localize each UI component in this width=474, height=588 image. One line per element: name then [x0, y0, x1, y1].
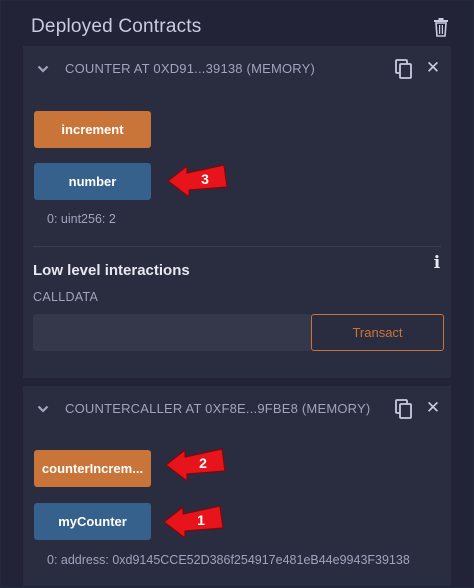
my-counter-button[interactable]: myCounter [34, 503, 151, 540]
close-icon[interactable]: ✕ [423, 58, 443, 78]
annotation-arrow-3: 3 [167, 164, 228, 198]
trash-icon[interactable] [433, 17, 449, 37]
copy-icon[interactable] [395, 59, 413, 79]
annotation-arrow-1: 1 [163, 505, 224, 539]
low-level-title: Low level interactions [33, 262, 190, 279]
counter-increment-button[interactable]: counterIncrem... [34, 450, 151, 487]
call-result: 0: address: 0xd9145CCE52D386f254917e481e… [47, 553, 410, 567]
chevron-down-icon[interactable] [37, 62, 49, 74]
calldata-input[interactable] [33, 314, 311, 351]
chevron-down-icon[interactable] [37, 402, 49, 414]
contract-address-label: COUNTER AT 0XD91...39138 (MEMORY) [65, 61, 316, 76]
annotation-number: 3 [201, 171, 209, 187]
number-button[interactable]: number [34, 163, 151, 200]
close-icon[interactable]: ✕ [423, 398, 443, 418]
call-result: 0: uint256: 2 [47, 212, 116, 226]
contract-address-label: COUNTERCALLER AT 0XF8E...9FBE8 (MEMORY) [65, 401, 371, 416]
divider [33, 246, 441, 247]
info-icon[interactable]: i [433, 254, 441, 272]
annotation-number: 2 [199, 455, 207, 471]
annotation-arrow-2: 2 [165, 448, 226, 482]
contract-header[interactable]: COUNTER AT 0XD91...39138 (MEMORY) ✕ [23, 46, 451, 90]
contract-header[interactable]: COUNTERCALLER AT 0XF8E...9FBE8 (MEMORY) … [23, 386, 451, 430]
calldata-label: CALLDATA [33, 290, 99, 304]
annotation-number: 1 [197, 512, 205, 528]
increment-button[interactable]: increment [34, 111, 151, 148]
contract-instance-countercaller: COUNTERCALLER AT 0XF8E...9FBE8 (MEMORY) … [23, 386, 451, 586]
transact-button[interactable]: Transact [311, 314, 444, 351]
deployed-contracts-panel: Deployed Contracts COUNTER AT 0XD91...39… [0, 0, 474, 588]
copy-icon[interactable] [395, 399, 413, 419]
section-title: Deployed Contracts [31, 16, 202, 37]
contract-instance-counter: COUNTER AT 0XD91...39138 (MEMORY) ✕ incr… [23, 46, 451, 378]
